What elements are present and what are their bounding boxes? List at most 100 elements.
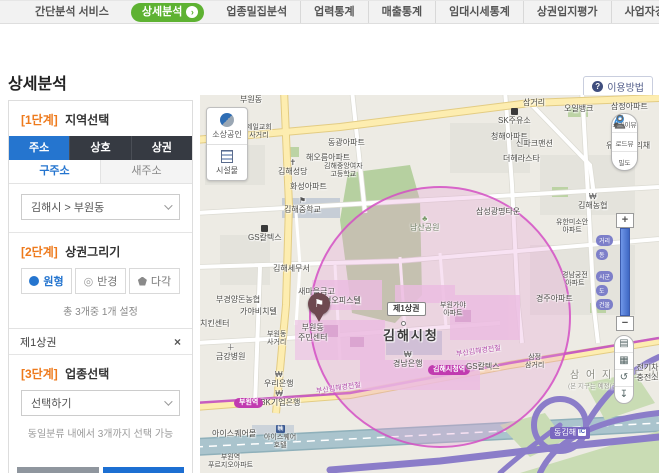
chevron-right-icon: › — [186, 6, 198, 18]
map-label: 제일교회 사거리 — [246, 124, 272, 141]
industry-select-value: 선택하기 — [31, 395, 71, 411]
tab-business-name[interactable]: 상호 — [69, 136, 130, 160]
address-subtabs: 구주소 새주소 — [9, 160, 192, 184]
draw-mode-group: 원형 ◎ 반경 다각 — [21, 268, 180, 294]
map-label: 더헤라스타 — [503, 154, 540, 164]
mode-polygon-button[interactable]: 다각 — [129, 268, 180, 294]
map-label: ₩IBK기업은행 — [258, 390, 300, 408]
nav-item[interactable]: 업력통계 — [300, 1, 367, 23]
density-label: 밀도 — [619, 160, 631, 167]
flag-pin-icon[interactable]: ⚑ — [308, 293, 330, 315]
step2-header: [2단계] 상권그리기 — [9, 233, 192, 268]
map-label: ₩경남은행 — [393, 351, 422, 369]
region-select[interactable]: 김해시 > 부원동 — [21, 194, 180, 220]
merchant-layer-button[interactable]: 소상공인 — [207, 108, 247, 144]
step3-title: 업종선택 — [65, 367, 109, 381]
analyze-button[interactable]: 분석하기 — [103, 467, 185, 473]
zoom-slider[interactable] — [620, 228, 630, 316]
nav-item[interactable]: 상세분석› — [131, 3, 204, 22]
map-label: 해오름아파트 — [306, 153, 350, 163]
map-label: 부경양돈농협 — [216, 295, 260, 305]
map-label: 부원동 주민센터 — [298, 323, 327, 342]
reset-button[interactable]: 초기화 — [17, 467, 99, 473]
map-label: 제1상권 — [387, 302, 426, 316]
radius-icon: ◎ — [84, 275, 94, 288]
zoom-level-badge[interactable]: 시군 — [596, 271, 613, 282]
image-icon[interactable]: ▦ — [615, 352, 633, 369]
ic-badge: IC — [578, 429, 586, 436]
subtab-old-address[interactable]: 구주소 — [9, 160, 100, 183]
nav-item[interactable]: 상권입지평가 — [523, 1, 611, 23]
zoom-level-badge[interactable]: 동 — [596, 249, 608, 260]
nav-item[interactable]: 임대시세통계 — [435, 1, 523, 23]
tab-address[interactable]: 주소 — [9, 136, 69, 160]
bank-icon: ₩ — [258, 390, 300, 398]
zoom-in-button[interactable]: + — [616, 213, 634, 228]
region-select-value: 김해시 > 부원동 — [31, 199, 104, 215]
map-label: 부원동 사거리 — [267, 331, 286, 348]
industry-note: 동일분류 내에서 3개까지 선택 가능 — [21, 416, 180, 442]
gas-icon — [511, 108, 518, 115]
map[interactable]: 부원동삼거리SK주유소오일뱅크삼정아파트제일교회 사거리동광아파트해오름아파트청… — [200, 95, 659, 473]
zoom-level-badge[interactable]: 도 — [596, 285, 608, 296]
mode-circle-button[interactable]: 원형 — [21, 268, 72, 294]
step1-badge: [1단계] — [21, 113, 58, 127]
density-button[interactable]: 밀도 — [612, 151, 637, 170]
bank-icon: ₩ — [393, 351, 422, 359]
map-label: SK주유소 — [498, 108, 531, 126]
nav-item[interactable]: 업종밀집분석 — [213, 1, 300, 23]
address-tabs: 주소 상호 상권 — [9, 136, 192, 160]
area-count-summary: 총 3개중 1개 설정 — [21, 294, 180, 328]
map-label: GS칼텍스 — [248, 225, 282, 243]
nav-item[interactable]: 매출통계 — [368, 1, 435, 23]
subtab-new-address[interactable]: 새주소 — [100, 160, 192, 183]
merchant-icon — [220, 113, 234, 127]
step2-title: 상권그리기 — [65, 245, 120, 259]
map-toolbar: ▤▦↺↧ — [614, 335, 634, 404]
circle-icon — [29, 276, 39, 286]
zoom-level-badge[interactable]: 건물 — [596, 299, 613, 310]
area-center-dot — [401, 321, 406, 326]
undo-icon[interactable]: ↺ — [615, 369, 633, 386]
map-label: 김해시청 — [383, 328, 439, 344]
close-icon[interactable]: × — [174, 335, 181, 349]
nav-item[interactable]: 사업자경영평가 — [611, 1, 659, 23]
mode-radius-button[interactable]: ◎ 반경 — [75, 268, 126, 294]
map-base — [200, 95, 659, 473]
map-label: 신파크맨션 — [516, 139, 553, 149]
map-label: ₩김해농협 — [578, 193, 607, 211]
map-label: 김해시청역 — [428, 365, 470, 375]
roadview-label: 로드뷰 — [616, 141, 634, 148]
industry-select[interactable]: 선택하기 — [21, 390, 180, 416]
map-label: 삼정아파트 — [611, 102, 648, 112]
zoom-out-button[interactable]: − — [616, 316, 634, 331]
map-layer-buttons: 소상공인 시설물 — [206, 107, 248, 181]
mode-polygon-label: 다각 — [151, 273, 171, 289]
map-label: 김해중앙여자 고등학교 — [324, 163, 363, 180]
tab-trade-area[interactable]: 상권 — [131, 136, 192, 160]
church-icon: ✝ — [278, 159, 307, 167]
map-view-controls: 스카이뷰 로드뷰 밀도 — [611, 113, 638, 171]
facility-layer-button[interactable]: 시설물 — [207, 144, 247, 180]
download-icon[interactable]: ↧ — [615, 386, 633, 403]
area-item-label: 제1상권 — [20, 334, 56, 350]
map-label: 부원역 푸르지오아파트 — [208, 454, 253, 471]
roadview-button[interactable]: 로드뷰 — [612, 132, 637, 151]
mode-circle-label: 원형 — [43, 273, 63, 289]
nav-item[interactable]: 간단분석 서비스 — [22, 1, 122, 23]
list-icon[interactable]: ▤ — [615, 336, 633, 352]
question-icon: ? — [592, 81, 603, 92]
map-label: 가야비치텔 — [240, 307, 277, 317]
mode-radius-label: 반경 — [97, 273, 117, 289]
help-label: 이용방법 — [607, 79, 644, 94]
map-label: 경주아파트 — [536, 294, 573, 304]
zoom-level-badge[interactable]: 거리 — [596, 235, 613, 246]
step1-title: 지역선택 — [65, 113, 109, 127]
map-label: 동광아파트 — [328, 138, 365, 148]
facility-label: 시설물 — [216, 166, 238, 175]
tree-icon: ♣ — [410, 215, 439, 223]
help-button[interactable]: ? 이용방법 — [583, 76, 653, 97]
map-label: 치킨센터 — [200, 319, 229, 329]
facility-icon — [221, 150, 233, 163]
map-label: ✝김해성당 — [278, 159, 307, 177]
